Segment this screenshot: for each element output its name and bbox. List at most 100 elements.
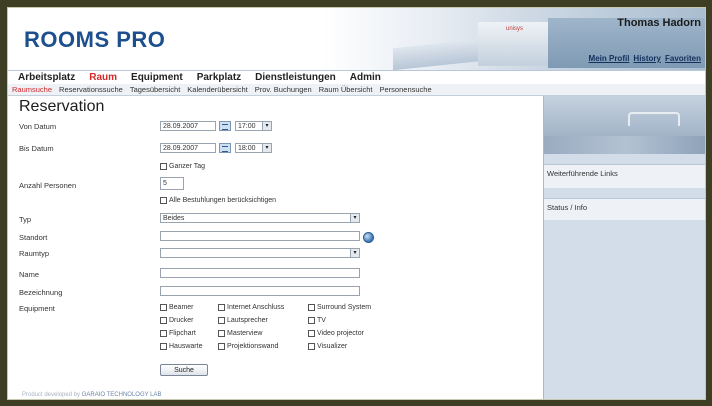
equipment-option-label: TV [317, 317, 326, 324]
footer-prefix: Product developed by [22, 392, 81, 398]
checkbox-box[interactable] [160, 304, 167, 311]
equipment-checkbox-drucker[interactable]: Drucker [160, 317, 194, 324]
checkbox-box[interactable] [308, 317, 315, 324]
von-time-value: 17:00 [238, 123, 256, 130]
equipment-option-label: Projektionswand [227, 343, 279, 350]
nav-dienstleistungen[interactable]: Dienstleistungen [255, 72, 336, 83]
app-logo: ROOMS PRO [24, 27, 166, 52]
equipment-checkbox-beamer[interactable]: Beamer [160, 304, 194, 311]
standort-input[interactable] [160, 231, 360, 241]
equipment-checkbox-video-projector[interactable]: Video projector [308, 330, 364, 337]
equipment-checkbox-tv[interactable]: TV [308, 317, 326, 324]
bis-time-select[interactable]: 18:00 ▾ [235, 143, 272, 153]
equipment-option-label: Hauswarte [169, 343, 203, 350]
sidebar-roof-shape [628, 112, 680, 126]
checkbox-box[interactable] [218, 317, 225, 324]
von-datum-input[interactable]: 28.09.2007 [160, 121, 216, 131]
equipment-checkbox-visualizer[interactable]: Visualizer [308, 343, 347, 350]
chevron-down-icon: ▾ [350, 214, 359, 222]
equipment-label: Equipment [19, 304, 55, 313]
footer-company-link[interactable]: GARAIO TECHNOLOGY LAB [82, 392, 162, 398]
ganzer-tag-label: Ganzer Tag [169, 163, 206, 170]
checkbox-box[interactable] [308, 343, 315, 350]
ganzer-tag-checkbox[interactable]: Ganzer Tag [160, 163, 205, 170]
sidebar-links-box: Weiterführende Links [544, 164, 705, 188]
checkbox-box[interactable] [160, 163, 167, 170]
bezeichnung-label: Bezeichnung [19, 288, 63, 297]
subnav-raumsuche[interactable]: Raumsuche [12, 85, 52, 94]
bezeichnung-input[interactable] [160, 286, 360, 296]
chevron-down-icon: ▾ [262, 144, 271, 152]
checkbox-box[interactable] [218, 343, 225, 350]
link-favoriten[interactable]: Favoriten [665, 54, 701, 63]
page-title: Reservation [19, 98, 105, 115]
subnav-reservationssuche[interactable]: Reservationssuche [59, 85, 123, 94]
checkbox-box[interactable] [160, 343, 167, 350]
right-sidebar: Weiterführende Links Status / Info [543, 96, 705, 399]
anzahl-personen-label: Anzahl Personen [19, 181, 77, 190]
user-links: Mein Profil History Favoriten [589, 54, 701, 63]
checkbox-box[interactable] [308, 304, 315, 311]
equipment-option-label: Flipchart [169, 330, 196, 337]
bis-datum-label: Bis Datum [19, 144, 54, 153]
typ-select[interactable]: Beides ▾ [160, 213, 360, 223]
standort-label: Standort [19, 233, 48, 242]
sidebar-status-title: Status / Info [547, 203, 588, 212]
link-history[interactable]: History [633, 54, 661, 63]
name-input[interactable] [160, 268, 360, 278]
checkbox-box[interactable] [160, 197, 167, 204]
equipment-option-label: Internet Anschluss [227, 304, 285, 311]
subnav-kalenderuebersicht[interactable]: Kalenderübersicht [187, 85, 247, 94]
equipment-option-label: Video projector [317, 330, 364, 337]
bis-time-value: 18:00 [238, 145, 256, 152]
checkbox-box[interactable] [160, 317, 167, 324]
sidebar-ground-shape [544, 136, 705, 154]
nav-equipment[interactable]: Equipment [131, 72, 183, 83]
equipment-checkbox-masterview[interactable]: Masterview [218, 330, 262, 337]
nav-raum[interactable]: Raum [89, 72, 117, 83]
equipment-option-label: Masterview [227, 330, 263, 337]
equipment-checkbox-hauswarte[interactable]: Hauswarte [160, 343, 202, 350]
equipment-option-label: Surround System [317, 304, 372, 311]
sidebar-links-title: Weiterführende Links [547, 169, 618, 178]
typ-label: Typ [19, 215, 32, 224]
nav-admin[interactable]: Admin [350, 72, 381, 83]
alle-bestuhlungen-checkbox[interactable]: Alle Bestuhlungen berücksichtigen [160, 197, 276, 204]
chevron-down-icon: ▾ [350, 249, 359, 257]
nav-arbeitsplatz[interactable]: Arbeitsplatz [18, 72, 75, 83]
search-button[interactable]: Suche [160, 364, 208, 376]
anzahl-personen-input[interactable]: 5 [160, 177, 184, 190]
globe-icon[interactable] [363, 232, 374, 243]
subnav-personensuche[interactable]: Personensuche [380, 85, 432, 94]
checkbox-box[interactable] [218, 330, 225, 337]
page: ROOMS PRO unisys Thomas Hadorn Mein Prof… [7, 7, 706, 400]
raumtyp-select[interactable]: ▾ [160, 248, 360, 258]
subnav-tagesuebersicht[interactable]: Tagesübersicht [130, 85, 180, 94]
raumtyp-label: Raumtyp [19, 249, 50, 258]
alle-bestuhlungen-label: Alle Bestuhlungen berücksichtigen [169, 197, 277, 204]
user-name: Thomas Hadorn [617, 17, 701, 29]
equipment-option-label: Lautsprecher [227, 317, 268, 324]
von-time-select[interactable]: 17:00 ▾ [235, 121, 272, 131]
checkbox-box[interactable] [218, 304, 225, 311]
equipment-checkbox-internet-anschluss[interactable]: Internet Anschluss [218, 304, 284, 311]
link-mein-profil[interactable]: Mein Profil [589, 54, 630, 63]
calendar-icon[interactable] [219, 143, 231, 153]
equipment-checkbox-surround-system[interactable]: Surround System [308, 304, 371, 311]
bis-datum-input[interactable]: 28.09.2007 [160, 143, 216, 153]
equipment-option-label: Beamer [169, 304, 194, 311]
equipment-checkbox-flipchart[interactable]: Flipchart [160, 330, 196, 337]
chevron-down-icon: ▾ [262, 122, 271, 130]
name-label: Name [19, 270, 40, 279]
brand-logo: unisys [506, 26, 524, 32]
subnav-raum-uebersicht[interactable]: Raum Übersicht [319, 85, 373, 94]
equipment-checkbox-lautsprecher[interactable]: Lautsprecher [218, 317, 268, 324]
nav-parkplatz[interactable]: Parkplatz [197, 72, 241, 83]
equipment-checkbox-projektionswand[interactable]: Projektionswand [218, 343, 278, 350]
subnav-prov-buchungen[interactable]: Prov. Buchungen [255, 85, 312, 94]
calendar-icon[interactable] [219, 121, 231, 131]
footer: Product developed by GARAIO TECHNOLOGY L… [22, 392, 162, 398]
checkbox-box[interactable] [308, 330, 315, 337]
equipment-option-label: Visualizer [317, 343, 348, 350]
checkbox-box[interactable] [160, 330, 167, 337]
